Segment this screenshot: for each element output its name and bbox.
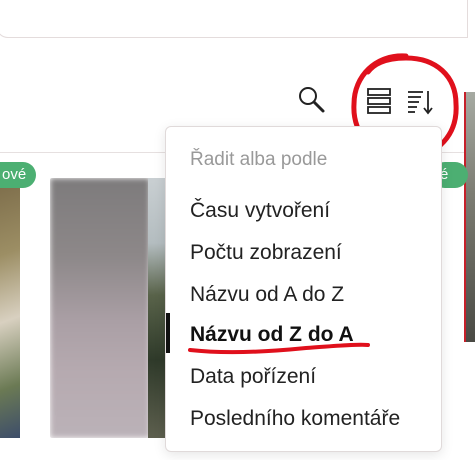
sort-button[interactable] [405,86,435,116]
list-view-icon [367,88,391,114]
top-bar-edge [467,0,475,36]
top-bar [0,0,468,38]
sort-option-last-comment[interactable]: Posledního komentáře [190,407,400,431]
sort-option-name-asc[interactable]: Názvu od A do Z [190,283,344,307]
search-icon [299,87,325,113]
selected-indicator [166,313,170,353]
sort-menu-header: Řadit alba podle [190,149,328,170]
new-badge-left: ové [0,162,37,188]
sort-option-views[interactable]: Počtu zobrazení [190,241,342,265]
search-button[interactable] [296,84,328,116]
layout-toggle-button[interactable] [364,86,394,116]
album-card-right[interactable] [464,92,475,342]
blurred-photo [50,178,150,438]
album-card-left[interactable] [0,178,20,438]
sort-option-date-taken[interactable]: Data pořízení [190,365,316,389]
album-card-thumbnail[interactable] [50,178,168,438]
sort-option-created[interactable]: Času vytvoření [190,199,330,223]
sort-dropdown-menu: Řadit alba podle Času vytvoření Počtu zo… [165,126,442,452]
sort-option-name-desc[interactable]: Názvu od Z do A [190,323,354,347]
sort-icon [408,91,433,115]
